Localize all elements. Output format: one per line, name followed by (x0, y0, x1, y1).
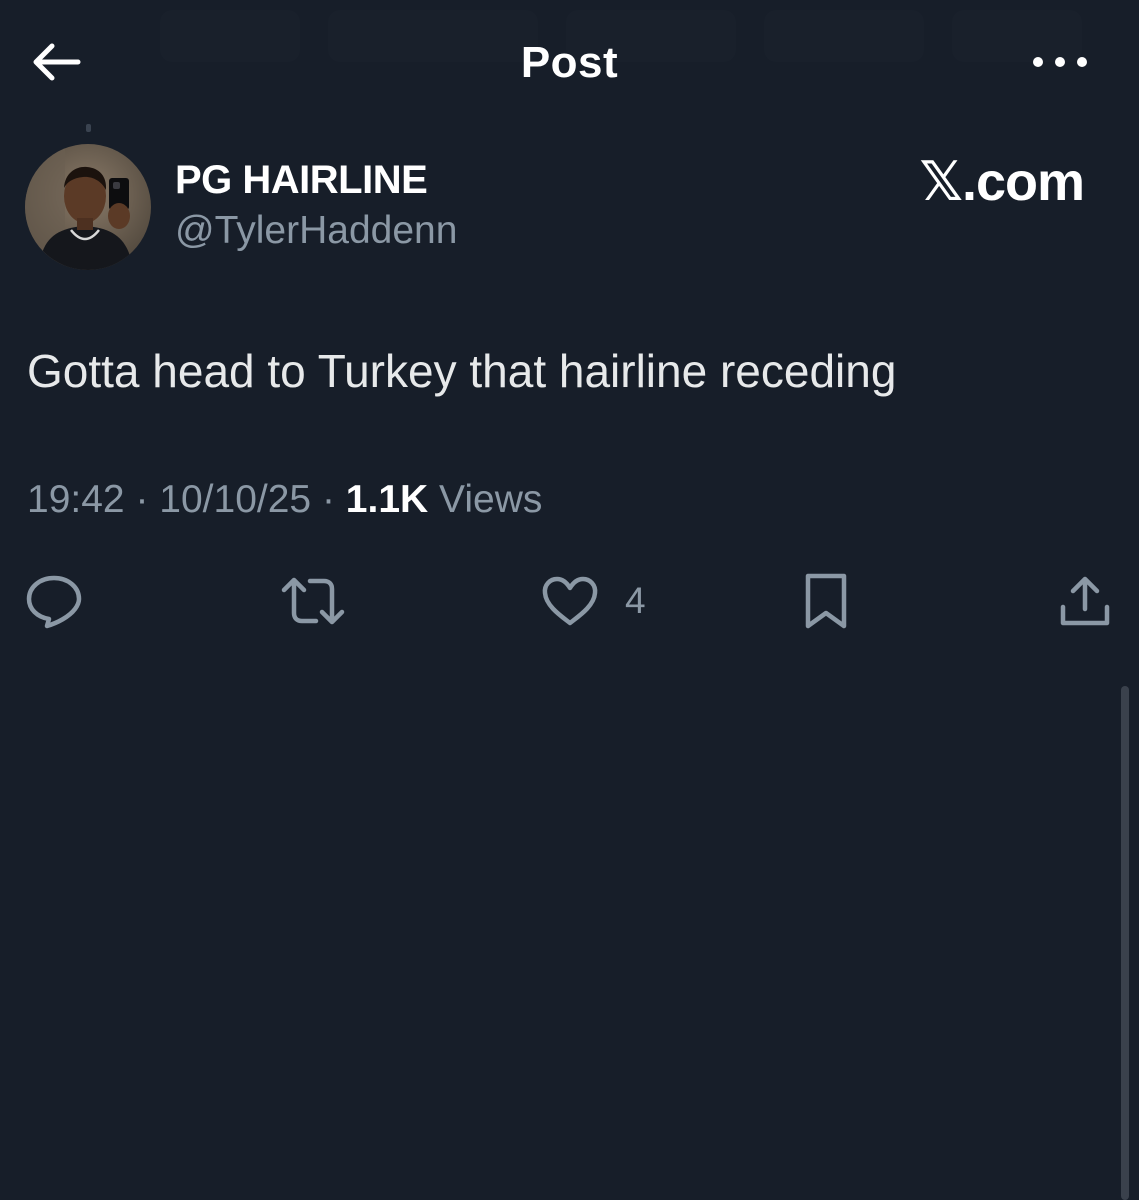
views-count[interactable]: 1.1K (346, 478, 428, 521)
post-page: Post PG HAIRLINE @TylerHaddenn 𝕏.com Got… (0, 0, 1139, 1200)
profile-photo (25, 144, 151, 270)
share-button[interactable] (1057, 566, 1113, 636)
scrollbar[interactable] (1121, 686, 1129, 1200)
thread-connector (86, 124, 91, 132)
page-title: Post (520, 38, 619, 87)
like-count: 4 (625, 580, 646, 621)
avatar[interactable] (25, 144, 151, 270)
bookmark-button[interactable] (801, 566, 877, 636)
repost-icon (281, 577, 345, 625)
meta-separator: · (135, 478, 149, 521)
meta-separator: · (321, 478, 335, 521)
post-text: Gotta head to Turkey that hairline reced… (27, 345, 897, 397)
more-dots-icon (1033, 57, 1087, 67)
action-bar: 4 (0, 560, 1139, 640)
like-button[interactable]: 4 (541, 566, 646, 636)
reply-button[interactable] (25, 566, 109, 636)
bookmark-icon (805, 573, 847, 629)
site-watermark: 𝕏.com (919, 152, 1085, 212)
share-icon (1060, 576, 1110, 626)
post-metadata: 19:42 · 10/10/25 · 1.1K Views (27, 475, 542, 525)
post-date: 10/10/25 (159, 478, 312, 521)
heart-icon (542, 576, 598, 626)
repost-button[interactable] (280, 566, 372, 636)
reply-bubble-icon (26, 575, 82, 629)
more-options-button[interactable] (1020, 40, 1100, 84)
author-display-name[interactable]: PG HAIRLINE (175, 156, 428, 204)
author-handle[interactable]: @TylerHaddenn (175, 208, 457, 254)
views-label[interactable]: Views (439, 478, 542, 521)
post-time: 19:42 (27, 478, 125, 521)
top-bar: Post (0, 0, 1139, 125)
